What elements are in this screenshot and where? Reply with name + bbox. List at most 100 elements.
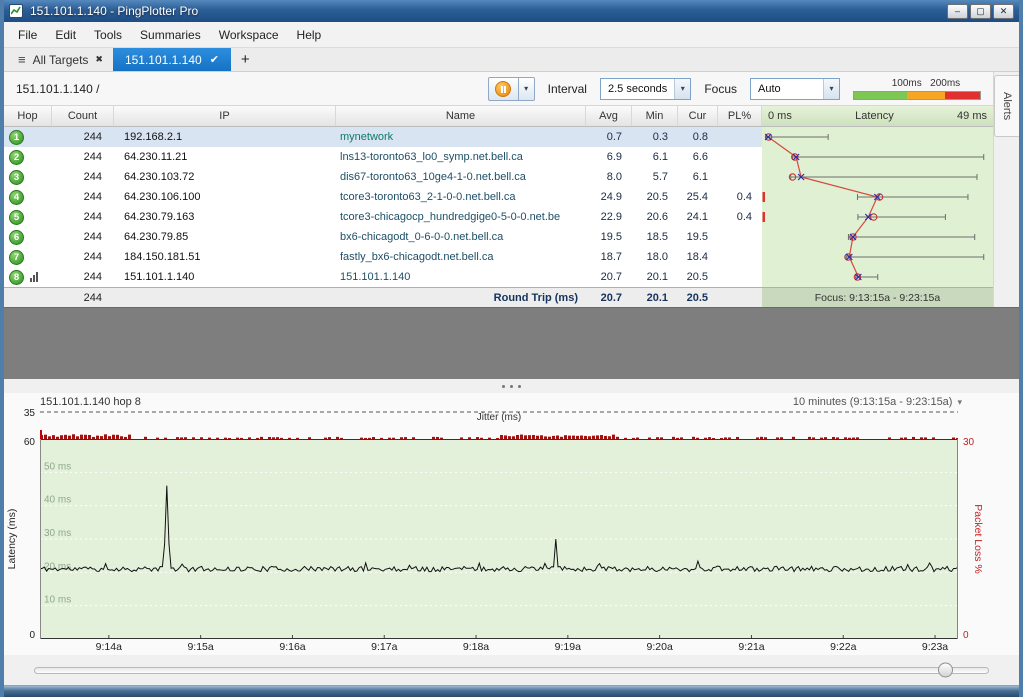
pause-dropdown-button[interactable]: ▾	[518, 76, 535, 101]
close-tab-icon[interactable]: ✖	[95, 54, 103, 65]
hop-min: 20.1	[646, 271, 668, 283]
menu-item-workspace[interactable]: Workspace	[210, 24, 288, 46]
focus-select[interactable]: Auto ▾	[750, 77, 840, 100]
tab-all-targets[interactable]: ≡ All Targets ✖	[8, 48, 113, 71]
hop-count: 244	[52, 127, 114, 147]
timeline-range-dropdown[interactable]: 10 minutes (9:13:15a - 9:23:15a) ▾	[793, 396, 962, 408]
hop-cell: 1	[4, 127, 52, 147]
hop-min: 0.3	[632, 127, 678, 147]
x-axis-tick-label: 9:15a	[187, 641, 214, 653]
column-header-pl[interactable]: PL%	[718, 106, 762, 126]
hop-packet-loss: 0.4	[736, 211, 752, 223]
menu-item-help[interactable]: Help	[288, 24, 331, 46]
hop-min: 20.5	[646, 191, 668, 203]
x-axis-tick-label: 9:14a	[95, 641, 122, 653]
scrollbar-track[interactable]	[34, 666, 989, 674]
hop-min: 5.7	[652, 171, 668, 183]
pause-button[interactable]	[487, 76, 519, 101]
hop-packet-loss	[718, 227, 762, 247]
jitter-graph-canvas	[40, 411, 958, 439]
hop-avg: 18.7	[600, 251, 622, 263]
window-bottom-frame	[4, 685, 1019, 697]
interval-label: Interval	[547, 81, 587, 96]
svg-text:10 ms: 10 ms	[44, 595, 71, 606]
x-axis-tick-label: 9:18a	[462, 641, 490, 653]
hop-packet-loss: 0.4	[736, 191, 752, 203]
legend-gradient-bar	[853, 90, 981, 100]
latency-color-legend: 100ms 200ms	[853, 78, 981, 100]
timeline-scrollbar[interactable]	[4, 655, 1019, 685]
hop-cur: 19.5	[686, 231, 708, 243]
hop-cur: 25.4	[686, 191, 708, 203]
hop-count: 244	[83, 211, 102, 223]
hop-packet-loss	[718, 127, 762, 147]
x-axis-tick-label: 9:23a	[921, 641, 949, 653]
hop-cell: 8	[4, 267, 52, 287]
column-header-count[interactable]: Count	[52, 106, 114, 126]
time-axis-labels: 9:14a 9:15a 9:16a 9:17a 9:18a 9:19a 9:20a 9:21a…	[4, 639, 1019, 655]
column-header-cur[interactable]: Cur	[678, 106, 718, 126]
hamburger-icon: ≡	[18, 52, 26, 67]
trace-graph[interactable]	[762, 127, 993, 287]
menu-item-edit[interactable]: Edit	[46, 24, 85, 46]
tab-target-label: 151.101.1.140	[124, 52, 202, 67]
jitter-graph[interactable]: Jitter (ms)	[40, 411, 958, 439]
timeline-range-label: 10 minutes (9:13:15a - 9:23:15a)	[792, 396, 953, 408]
maximize-button[interactable]: ▢	[970, 3, 991, 19]
hop-cur: 0.8	[678, 127, 718, 147]
hop-avg: 0.7	[586, 127, 632, 147]
svg-text:50 ms: 50 ms	[44, 461, 71, 472]
hop-count: 244	[83, 251, 102, 263]
latency-time-graph[interactable]: 50 ms 40 ms 30 ms 20 ms 10 ms	[40, 439, 958, 639]
menu-item-tools[interactable]: Tools	[85, 24, 131, 46]
hop-name: lns13-toronto63_lo0_symp.net.bell.ca	[340, 151, 523, 163]
tab-target[interactable]: 151.101.1.140 ✔	[112, 48, 231, 71]
x-axis-tick-label: 9:22a	[830, 641, 857, 653]
hop-avg: 22.9	[600, 211, 622, 223]
hop-name: bx6-chicagodt_0-6-0-0.net.bell.ca	[340, 231, 504, 243]
hop-ip: 192.168.2.1	[114, 127, 336, 147]
hop-number-badge: 1	[9, 129, 24, 145]
hop-name: tcore3-chicagocp_hundredgige0-5-0-0.net.…	[340, 211, 561, 223]
alerts-sidebar-tab[interactable]: Alerts	[994, 75, 1019, 137]
summary-min: 20.1	[646, 291, 668, 304]
scrollbar-thumb[interactable]	[937, 662, 953, 678]
packet-loss-axis-max: 30	[963, 437, 975, 448]
summary-label: Round Trip (ms)	[493, 291, 578, 304]
trace-table-body: 1 244 192.168.2.1 mynetwork 0.7 0.3 0.8 2 244 64.…	[4, 127, 993, 287]
column-header-avg[interactable]: Avg	[586, 106, 632, 126]
menu-item-summaries[interactable]: Summaries	[131, 24, 210, 46]
interval-select[interactable]: 2.5 seconds ▾	[599, 77, 692, 100]
column-header-hop[interactable]: Hop	[4, 106, 52, 126]
hop-cur: 20.5	[686, 271, 708, 283]
hop-avg: 19.5	[600, 231, 622, 243]
tab-bar: ≡ All Targets ✖ 151.101.1.140 ✔ +	[4, 48, 1019, 72]
app-window: 151.101.1.140 - PingPlotter Pro – ▢ ✕ Fi…	[0, 0, 1023, 697]
app-icon	[9, 4, 23, 18]
latency-axis-title: Latency (ms)	[6, 508, 18, 570]
chevron-down-icon: ▾	[674, 78, 691, 99]
new-tab-button[interactable]: +	[231, 48, 260, 71]
focus-range-label: Focus: 9:13:15a - 9:23:15a	[762, 288, 993, 307]
pane-splitter-handle[interactable]	[4, 379, 1019, 393]
target-toolbar: 151.101.1.140 / ▾ Interval 2.5 seconds ▾…	[4, 72, 993, 106]
column-header-min[interactable]: Min	[632, 106, 678, 126]
hop-packet-loss	[718, 267, 762, 287]
hop-count: 244	[83, 271, 102, 283]
hop-cell: 2	[4, 147, 52, 167]
hop-avg: 20.7	[600, 271, 622, 283]
close-button[interactable]: ✕	[993, 3, 1014, 19]
trace-table-header: Hop Count IP Name Avg Min Cur PL% 0 ms L…	[4, 106, 993, 127]
column-header-name[interactable]: Name	[336, 106, 586, 126]
summary-avg: 20.7	[600, 291, 622, 304]
hop-cell: 5	[4, 207, 52, 227]
column-header-ip[interactable]: IP	[114, 106, 336, 126]
minimize-button[interactable]: –	[947, 3, 968, 19]
chevron-down-icon: ▾	[823, 78, 839, 99]
hop-count: 244	[83, 191, 102, 203]
menu-item-file[interactable]: File	[9, 24, 46, 46]
bar-chart-icon	[30, 272, 38, 282]
column-header-latency-graph[interactable]: 0 ms Latency 49 ms	[762, 106, 993, 126]
hop-cur: 18.4	[686, 251, 708, 263]
hop-ip: 64.230.106.100	[124, 191, 201, 203]
